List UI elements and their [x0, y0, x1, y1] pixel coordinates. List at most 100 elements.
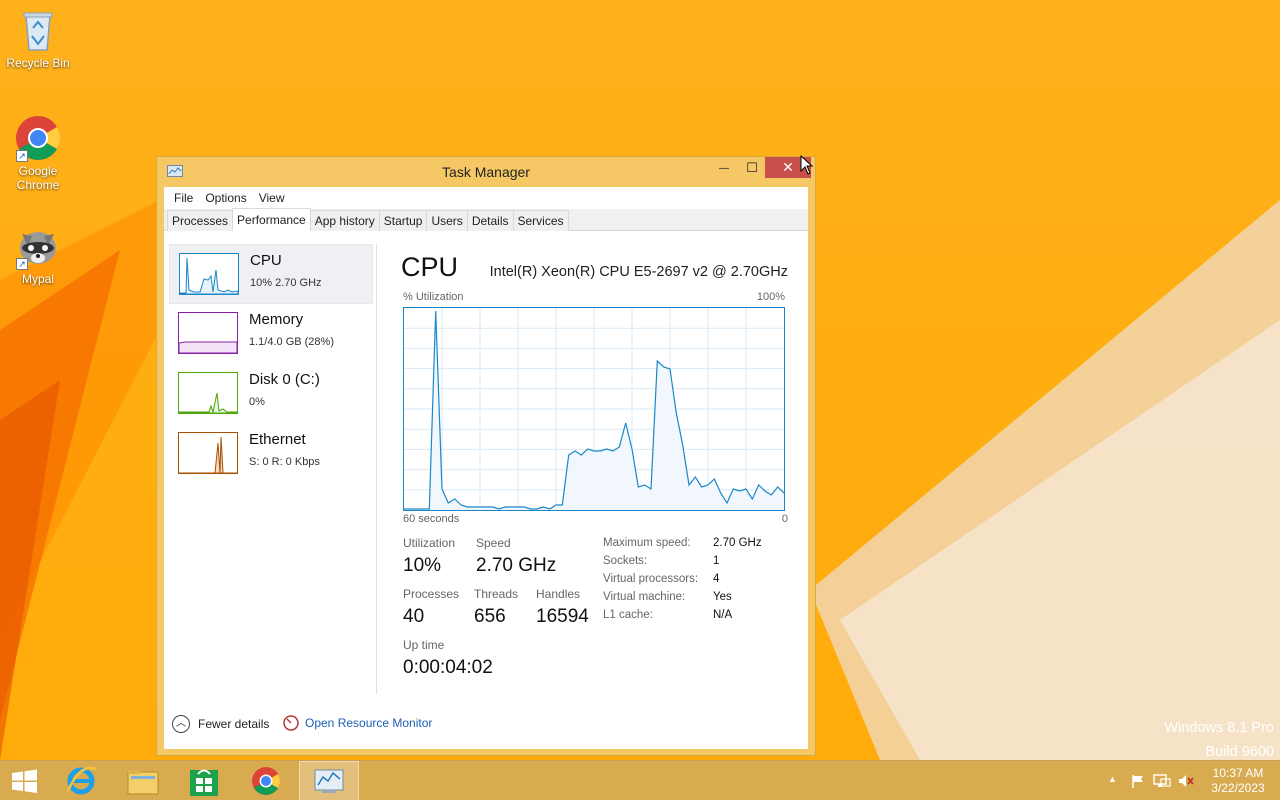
sockets-label: Sockets: — [603, 555, 648, 567]
handles-label: Handles — [536, 587, 581, 601]
speed-value: 2.70 GHz — [476, 555, 557, 576]
tab-startup[interactable]: Startup — [378, 210, 428, 231]
tab-services[interactable]: Services — [512, 210, 569, 231]
cpu-utilization-graph — [403, 307, 785, 511]
task-manager-client: File Options View Processes Performance … — [164, 187, 808, 749]
action-center-flag-icon[interactable] — [1130, 773, 1146, 789]
watermark-edition: Windows 8.1 Pro — [1164, 720, 1274, 736]
sidebar-ethernet-sub: S: 0 R: 0 Kbps — [249, 456, 320, 468]
mypal-label: Mypal — [21, 272, 54, 286]
handles-value: 16594 — [536, 606, 589, 627]
cpu-detail-pane: CPU Intel(R) Xeon(R) CPU E5-2697 v2 @ 2.… — [396, 232, 796, 692]
recycle-bin-icon — [14, 6, 62, 54]
sidebar-item-disk[interactable]: Disk 0 (C:) 0% — [169, 364, 373, 424]
cpu-graph-svg — [404, 308, 785, 510]
taskbar-chrome[interactable] — [236, 761, 296, 800]
processes-value: 40 — [403, 606, 425, 627]
desktop-icon-mypal[interactable]: ↗ Mypal — [0, 222, 76, 286]
tab-processes[interactable]: Processes — [167, 210, 234, 231]
y-axis-label: % Utilization — [403, 291, 464, 303]
speaker-muted-icon[interactable] — [1177, 773, 1195, 789]
disk-thumbnail-graph — [178, 372, 238, 414]
tray-overflow-chevron-icon[interactable]: ▲ — [1108, 774, 1117, 784]
sidebar-memory-title: Memory — [249, 311, 304, 328]
sockets-value: 1 — [713, 555, 720, 567]
l1-cache-value: N/A — [713, 609, 733, 621]
chrome-icon — [252, 767, 280, 795]
tab-app-history[interactable]: App history — [309, 210, 380, 231]
performance-sidebar: CPU 10% 2.70 GHz Memory 1.1/4.0 GB (28%)… — [169, 244, 373, 484]
utilization-label: Utilization — [403, 536, 456, 550]
virtual-machine-value: Yes — [713, 591, 732, 603]
shortcut-arrow-icon: ↗ — [16, 150, 28, 162]
performance-panel: CPU 10% 2.70 GHz Memory 1.1/4.0 GB (28%)… — [164, 232, 808, 749]
max-speed-value: 2.70 GHz — [713, 537, 762, 549]
cpu-model-name: Intel(R) Xeon(R) CPU E5-2697 v2 @ 2.70GH… — [489, 264, 788, 280]
tab-users[interactable]: Users — [426, 210, 468, 231]
taskbar-task-manager[interactable] — [299, 761, 359, 800]
clock-time: 10:37 AM — [1212, 766, 1264, 780]
sidebar-divider — [376, 244, 377, 694]
minimize-button[interactable]: — — [711, 157, 737, 178]
taskbar-file-explorer[interactable] — [112, 761, 172, 800]
desktop-icon-google-chrome[interactable]: ↗ Google Chrome — [0, 114, 76, 192]
task-manager-window: Task Manager — ☐ ✕ File Options View Pro… — [156, 156, 816, 756]
max-speed-label: Maximum speed: — [603, 537, 691, 549]
fewer-details-button[interactable]: ︿ Fewer details — [172, 715, 269, 733]
sidebar-cpu-title: CPU — [250, 252, 282, 269]
ethernet-thumbnail-graph — [178, 432, 238, 474]
shortcut-arrow-icon: ↗ — [16, 258, 28, 270]
chevron-up-icon: ︿ — [172, 715, 190, 733]
x-axis-left-label: 60 seconds — [403, 513, 460, 525]
sidebar-cpu-sub: 10% 2.70 GHz — [250, 277, 322, 289]
sidebar-item-cpu[interactable]: CPU 10% 2.70 GHz — [169, 244, 373, 304]
resource-monitor-label: Open Resource Monitor — [305, 716, 433, 730]
network-icon[interactable] — [1153, 773, 1171, 789]
resource-monitor-icon — [283, 715, 299, 731]
sidebar-ethernet-title: Ethernet — [249, 431, 306, 448]
virtual-processors-label: Virtual processors: — [603, 573, 699, 585]
maximize-button[interactable]: ☐ — [739, 157, 765, 178]
chrome-label: Google Chrome — [16, 164, 60, 192]
store-icon — [190, 769, 218, 796]
threads-label: Threads — [474, 587, 519, 601]
memory-thumbnail-graph — [178, 312, 238, 354]
y-axis-max: 100% — [756, 291, 785, 303]
fewer-details-label: Fewer details — [198, 717, 270, 731]
taskbar-store[interactable] — [174, 761, 234, 800]
utilization-value: 10% — [403, 555, 442, 576]
processes-label: Processes — [403, 587, 460, 601]
sidebar-disk-title: Disk 0 (C:) — [249, 371, 320, 388]
folder-icon — [127, 770, 159, 795]
sidebar-disk-sub: 0% — [249, 396, 265, 408]
open-resource-monitor-link[interactable]: Open Resource Monitor — [283, 715, 432, 731]
cpu-heading: CPU — [401, 252, 459, 282]
clock-date: 3/22/2023 — [1211, 781, 1265, 795]
tab-strip: Processes Performance App history Startu… — [164, 208, 808, 231]
taskbar-internet-explorer[interactable] — [50, 761, 110, 800]
sidebar-memory-sub: 1.1/4.0 GB (28%) — [249, 336, 334, 348]
menu-file[interactable]: File — [168, 187, 199, 209]
menu-options[interactable]: Options — [199, 187, 252, 209]
x-axis-right-label: 0 — [781, 513, 788, 525]
l1-cache-label: L1 cache: — [603, 609, 653, 621]
sidebar-item-memory[interactable]: Memory 1.1/4.0 GB (28%) — [169, 304, 373, 364]
desktop-icon-recycle-bin[interactable]: Recycle Bin — [0, 6, 76, 70]
menu-bar: File Options View — [164, 187, 808, 209]
tab-performance[interactable]: Performance — [232, 208, 311, 231]
sidebar-item-ethernet[interactable]: Ethernet S: 0 R: 0 Kbps — [169, 424, 373, 484]
task-manager-icon — [314, 769, 344, 793]
virtual-processors-value: 4 — [713, 573, 720, 585]
taskbar: ▲ 10:37 AM 3/22/2023 — [0, 760, 1280, 800]
cpu-thumbnail-graph — [179, 253, 239, 295]
taskbar-clock[interactable]: 10:37 AM 3/22/2023 — [1204, 766, 1272, 796]
window-footer: ︿ Fewer details Open Resource Monitor — [164, 710, 808, 740]
threads-value: 656 — [474, 606, 506, 627]
virtual-machine-label: Virtual machine: — [603, 591, 686, 603]
title-bar[interactable]: Task Manager — ☐ ✕ — [157, 157, 815, 187]
mouse-cursor-icon — [800, 154, 814, 178]
tab-details[interactable]: Details — [466, 210, 514, 231]
recycle-bin-label: Recycle Bin — [6, 56, 70, 70]
windows-watermark: Windows 8.1 Pro Build 9600 — [1164, 716, 1274, 764]
menu-view[interactable]: View — [253, 187, 291, 209]
